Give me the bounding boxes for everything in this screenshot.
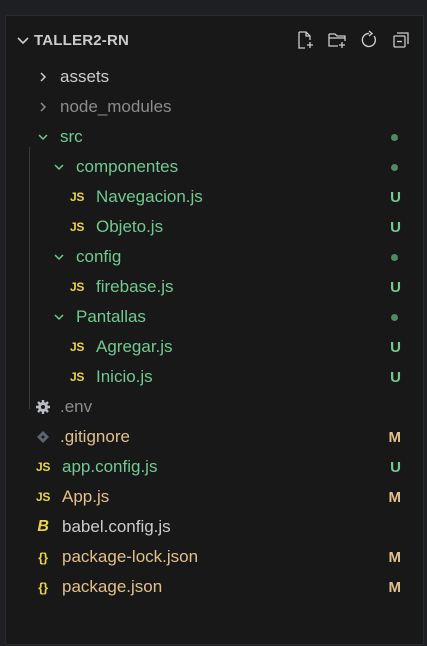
refresh-icon[interactable] [358, 29, 380, 51]
js-file-icon: JS [69, 190, 85, 204]
folder-label: src [60, 127, 83, 146]
file-label: package.json [62, 577, 163, 596]
file-env[interactable]: .env [6, 392, 423, 422]
folder-config[interactable]: config [6, 242, 423, 272]
file-label: App.js [62, 487, 110, 506]
explorer-panel: TALLER2-RN assets node_modules src compo… [5, 15, 424, 645]
git-status-badge: M [388, 488, 402, 506]
folder-label: node_modules [60, 97, 172, 116]
git-status-badge: U [390, 368, 401, 386]
file-package[interactable]: {} package.json M [6, 572, 423, 602]
file-label: .env [60, 397, 93, 416]
folder-label: config [76, 247, 122, 266]
git-status-badge: U [390, 458, 401, 476]
folder-componentes[interactable]: componentes [6, 152, 423, 182]
json-file-icon: {} [38, 579, 48, 595]
file-label: firebase.js [96, 277, 174, 296]
explorer-actions [294, 29, 412, 51]
chevron-right-icon [34, 101, 52, 113]
git-status-badge: M [388, 548, 402, 566]
folder-pantallas[interactable]: Pantallas [6, 302, 423, 332]
file-agregar[interactable]: JS Agregar.js U [6, 332, 423, 362]
file-label: app.config.js [62, 457, 158, 476]
file-label: Agregar.js [96, 337, 173, 356]
new-folder-icon[interactable] [326, 29, 348, 51]
file-app-config[interactable]: JS app.config.js U [6, 452, 423, 482]
file-inicio[interactable]: JS Inicio.js U [6, 362, 423, 392]
js-file-icon: JS [69, 220, 85, 234]
modified-dot [391, 163, 398, 171]
file-package-lock[interactable]: {} package-lock.json M [6, 542, 423, 572]
chevron-down-icon [34, 131, 52, 143]
js-file-icon: JS [69, 340, 85, 354]
modified-dot [391, 253, 398, 261]
chevron-down-icon [50, 161, 68, 173]
file-label: package-lock.json [62, 547, 199, 566]
file-firebase[interactable]: JS firebase.js U [6, 272, 423, 302]
collapse-all-icon[interactable] [390, 29, 412, 51]
git-status-badge: M [388, 428, 402, 446]
explorer-header[interactable]: TALLER2-RN [16, 24, 416, 56]
chevron-down-icon[interactable] [16, 33, 30, 47]
chevron-right-icon [34, 71, 52, 83]
folder-assets[interactable]: assets [6, 62, 423, 92]
file-label: .gitignore [60, 427, 130, 446]
new-file-icon[interactable] [294, 29, 316, 51]
git-status-badge: U [390, 278, 401, 296]
file-label: Objeto.js [96, 217, 164, 236]
folder-src[interactable]: src [6, 122, 423, 152]
explorer-window: TALLER2-RN assets node_modules src compo… [0, 0, 427, 646]
file-gitignore[interactable]: .gitignore M [6, 422, 423, 452]
json-file-icon: {} [38, 549, 48, 565]
project-title: TALLER2-RN [34, 31, 130, 49]
file-babel-config[interactable]: B babel.config.js [6, 512, 423, 542]
js-file-icon: JS [69, 280, 85, 294]
file-objeto[interactable]: JS Objeto.js U [6, 212, 423, 242]
folder-label: assets [60, 67, 110, 86]
js-file-icon: JS [35, 490, 51, 504]
git-status-badge: U [390, 188, 401, 206]
file-label: Navegacion.js [96, 187, 203, 206]
git-diamond-icon [34, 430, 52, 444]
gear-icon [34, 399, 52, 415]
git-status-badge: U [390, 218, 401, 236]
file-label: Inicio.js [96, 367, 153, 386]
git-status-badge: U [390, 338, 401, 356]
modified-dot [391, 313, 398, 321]
chevron-down-icon [50, 251, 68, 263]
folder-node-modules[interactable]: node_modules [6, 92, 423, 122]
file-label: babel.config.js [62, 517, 171, 536]
folder-label: componentes [76, 157, 179, 176]
file-navegacion[interactable]: JS Navegacion.js U [6, 182, 423, 212]
babel-icon: B [37, 518, 49, 535]
js-file-icon: JS [35, 460, 51, 474]
folder-label: Pantallas [76, 307, 146, 326]
js-file-icon: JS [69, 370, 85, 384]
modified-dot [391, 133, 398, 141]
file-app[interactable]: JS App.js M [6, 482, 423, 512]
chevron-down-icon [50, 311, 68, 323]
git-status-badge: M [388, 578, 402, 596]
